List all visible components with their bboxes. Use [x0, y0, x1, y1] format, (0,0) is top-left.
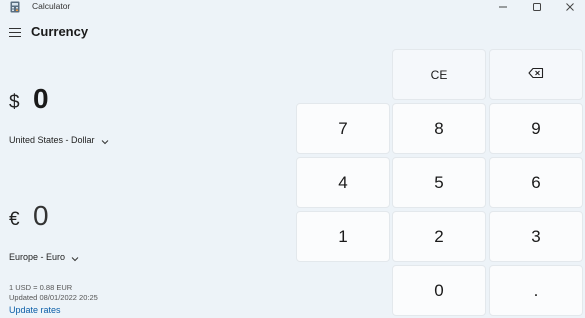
from-currency-select[interactable]: United States - Dollar — [9, 135, 109, 145]
rate-updated-text: Updated 08/01/2022 20:25 — [9, 293, 98, 302]
maximize-button[interactable] — [522, 0, 552, 14]
key-4[interactable]: 4 — [296, 157, 390, 208]
minimize-button[interactable] — [488, 0, 518, 14]
key-9[interactable]: 9 — [489, 103, 583, 154]
to-amount: 0 — [33, 200, 49, 231]
hamburger-icon[interactable] — [9, 28, 21, 38]
key-0[interactable]: 0 — [392, 265, 486, 316]
clear-entry-button[interactable]: CE — [392, 49, 486, 100]
key-3[interactable]: 3 — [489, 211, 583, 262]
from-amount[interactable]: 0 — [33, 83, 49, 115]
key-8[interactable]: 8 — [392, 103, 486, 154]
from-currency-symbol: $ — [9, 92, 20, 113]
to-currency-symbol: € — [9, 209, 20, 230]
update-rates-link[interactable]: Update rates — [9, 305, 61, 315]
exchange-rate-text: 1 USD = 0.88 EUR — [9, 283, 73, 292]
backspace-icon — [528, 67, 544, 82]
key-6[interactable]: 6 — [489, 157, 583, 208]
from-currency-label: United States - Dollar — [9, 135, 95, 145]
to-currency-label: Europe - Euro — [9, 252, 66, 262]
calculator-app-icon — [10, 0, 20, 13]
key-7[interactable]: 7 — [296, 103, 390, 154]
key-2[interactable]: 2 — [392, 211, 486, 262]
chevron-down-icon — [71, 254, 79, 262]
key-1[interactable]: 1 — [296, 211, 390, 262]
title-bar: Calculator — [0, 0, 585, 14]
mode-title: Currency — [31, 24, 89, 39]
backspace-button[interactable] — [489, 49, 583, 100]
key-decimal[interactable]: . — [489, 265, 583, 316]
window-title: Calculator — [32, 1, 71, 11]
close-button[interactable] — [555, 0, 585, 14]
to-currency-select[interactable]: Europe - Euro — [9, 252, 79, 262]
key-5[interactable]: 5 — [392, 157, 486, 208]
chevron-down-icon — [101, 137, 109, 145]
